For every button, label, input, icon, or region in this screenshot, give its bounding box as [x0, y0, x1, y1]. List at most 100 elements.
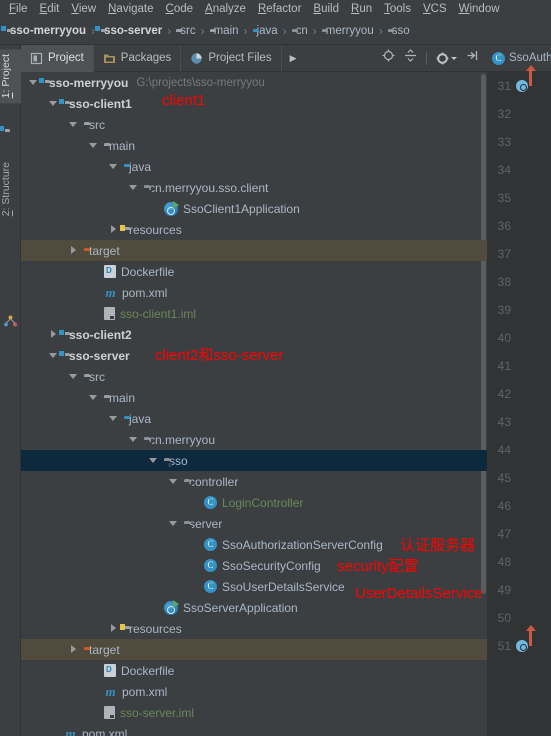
tree-row[interactable]: server [21, 513, 487, 534]
line-number: 39 [497, 303, 511, 317]
tree-row[interactable]: resources [21, 219, 487, 240]
tree-row[interactable]: m pom.xml [21, 681, 487, 702]
idea-window: File Edit View Navigate Code Analyze Refactor B… [0, 0, 551, 736]
menu-item-tools[interactable]: Tools [378, 1, 417, 18]
tree-row[interactable]: main [21, 135, 487, 156]
tree-row[interactable]: Dockerfile [21, 660, 487, 681]
project-tree[interactable]: sso-merryyou G:\projects\sso-merryyou sso-… [21, 72, 487, 736]
tree-row[interactable]: sso [21, 450, 487, 471]
editor-tab-label[interactable]: SsoAutho [509, 52, 551, 64]
tree-row[interactable]: Dockerfile [21, 261, 487, 282]
tree-row[interactable]: sso-client2 [21, 324, 487, 345]
breadcrumb-item-src[interactable]: src [176, 25, 195, 37]
tree-row[interactable]: target [21, 639, 487, 660]
menu-item-vcs[interactable]: VCS [417, 1, 453, 18]
project-panel-tabbar: Project Packages Project Files ▶ [21, 44, 487, 72]
tree-toggle-down-icon[interactable] [109, 414, 118, 423]
panel-tab-project[interactable]: Project [21, 44, 94, 72]
tree-row[interactable]: sso-server.iml [21, 702, 487, 723]
panel-tab-overflow-arrow[interactable]: ▶ [282, 45, 305, 72]
locate-icon[interactable] [382, 49, 395, 67]
tree-toggle-down-icon[interactable] [109, 162, 118, 171]
tree-row-label: main [109, 390, 136, 405]
panel-tab-label: Packages [120, 52, 172, 64]
gutter-line: 33 [487, 128, 551, 156]
tool-window-tab-project[interactable]: 1: Project [0, 49, 21, 104]
tree-row[interactable]: sso-client1 [21, 93, 487, 114]
project-tool-window: Project Packages Project Files ▶ sso-mer… [21, 44, 487, 736]
tree-toggle-down-icon[interactable] [89, 393, 98, 402]
tree-toggle-down-icon[interactable] [129, 435, 138, 444]
tool-window-strip-left: 1: Project 2: Structure [0, 45, 21, 736]
tree-toggle-down-icon[interactable] [169, 477, 178, 486]
bookmark-icon[interactable] [516, 80, 528, 92]
breadcrumb-item-sso-server[interactable]: sso-server [100, 25, 162, 37]
menu-item-navigate[interactable]: Navigate [102, 1, 159, 18]
panel-tab-packages[interactable]: Packages [94, 44, 182, 72]
tree-row[interactable]: src [21, 114, 487, 135]
tree-row[interactable]: m pom.xml [21, 282, 487, 303]
breadcrumb-item-main[interactable]: main [210, 25, 239, 37]
menu-item-build[interactable]: Build [307, 1, 345, 18]
tree-toggle-right-icon[interactable] [49, 330, 58, 339]
menu-item-code[interactable]: Code [160, 1, 200, 18]
menu-item-edit[interactable]: Edit [34, 1, 66, 18]
tree-toggle-right-icon[interactable] [69, 246, 78, 255]
panel-tab-project-files[interactable]: Project Files [181, 44, 282, 72]
bookmark-icon[interactable] [516, 640, 528, 652]
annotation-text: 认证服务器 [400, 537, 476, 554]
tree-toggle-down-icon[interactable] [49, 351, 58, 360]
settings-icon[interactable] [436, 52, 457, 65]
tree-toggle-down-icon[interactable] [29, 78, 38, 87]
tree-toggle-down-icon[interactable] [89, 141, 98, 150]
editor-tabbar[interactable]: C SsoAutho [487, 45, 551, 72]
menu-item-view[interactable]: View [65, 1, 102, 18]
tree-row[interactable]: sso-client1.iml [21, 303, 487, 324]
tree-toggle-down-icon[interactable] [169, 519, 178, 528]
tree-toggle-right-icon[interactable] [69, 645, 78, 654]
tree-row-label: server [189, 516, 223, 531]
menu-item-window[interactable]: Window [453, 1, 506, 18]
tree-row[interactable]: src [21, 366, 487, 387]
menu-item-run[interactable]: Run [345, 1, 378, 18]
tree-row[interactable]: cn.merryyou.sso.client [21, 177, 487, 198]
tree-toggle-down-icon[interactable] [69, 372, 78, 381]
breadcrumb-item-java[interactable]: java [253, 25, 278, 37]
breadcrumb-item-sso[interactable]: sso [388, 25, 410, 37]
tree-row[interactable]: SsoClient1Application [21, 198, 487, 219]
tree-toggle-down-icon[interactable] [149, 456, 158, 465]
menu-item-refactor[interactable]: Refactor [252, 1, 307, 18]
iml-file-icon [104, 706, 115, 719]
collapse-all-icon[interactable] [404, 49, 417, 67]
tool-window-tab-structure[interactable]: 2: Structure [0, 157, 21, 221]
tree-row[interactable]: sso-merryyou G:\projects\sso-merryyou [21, 72, 487, 93]
tree-row[interactable]: main [21, 387, 487, 408]
run-gutter-arrow-icon[interactable] [525, 65, 536, 86]
line-number: 37 [497, 247, 511, 261]
tree-toggle-right-icon[interactable] [109, 624, 118, 633]
menu-item-file[interactable]: File [3, 1, 34, 18]
tree-row[interactable]: controller [21, 471, 487, 492]
tree-row[interactable]: cn.merryyou [21, 429, 487, 450]
tree-toggle-down-icon[interactable] [129, 183, 138, 192]
tree-row[interactable]: m pom.xml [21, 723, 487, 736]
tree-row[interactable]: C LoginController [21, 492, 487, 513]
tree-row[interactable]: resources [21, 618, 487, 639]
hide-icon[interactable] [466, 49, 479, 67]
breadcrumb-item-cn[interactable]: cn [292, 25, 308, 37]
tree-row[interactable]: java [21, 156, 487, 177]
tree-toggle-down-icon[interactable] [69, 120, 78, 129]
tree-row-path: G:\projects\sso-merryyou [136, 76, 265, 89]
tree-toggle-right-icon[interactable] [109, 225, 118, 234]
tree-toggle-down-icon[interactable] [49, 99, 58, 108]
tree-row[interactable]: java [21, 408, 487, 429]
run-gutter-arrow-icon[interactable] [525, 625, 536, 646]
tree-row[interactable]: target [21, 240, 487, 261]
tree-row-label: sso-client1 [69, 96, 132, 111]
breadcrumb-item-merryyou[interactable]: merryyou [322, 25, 374, 37]
tree-row-label: java [129, 411, 152, 426]
maven-icon: m [105, 683, 116, 699]
breadcrumb-item-sso-merryyou[interactable]: sso-merryyou [6, 25, 86, 37]
menu-item-analyze[interactable]: Analyze [199, 1, 252, 18]
